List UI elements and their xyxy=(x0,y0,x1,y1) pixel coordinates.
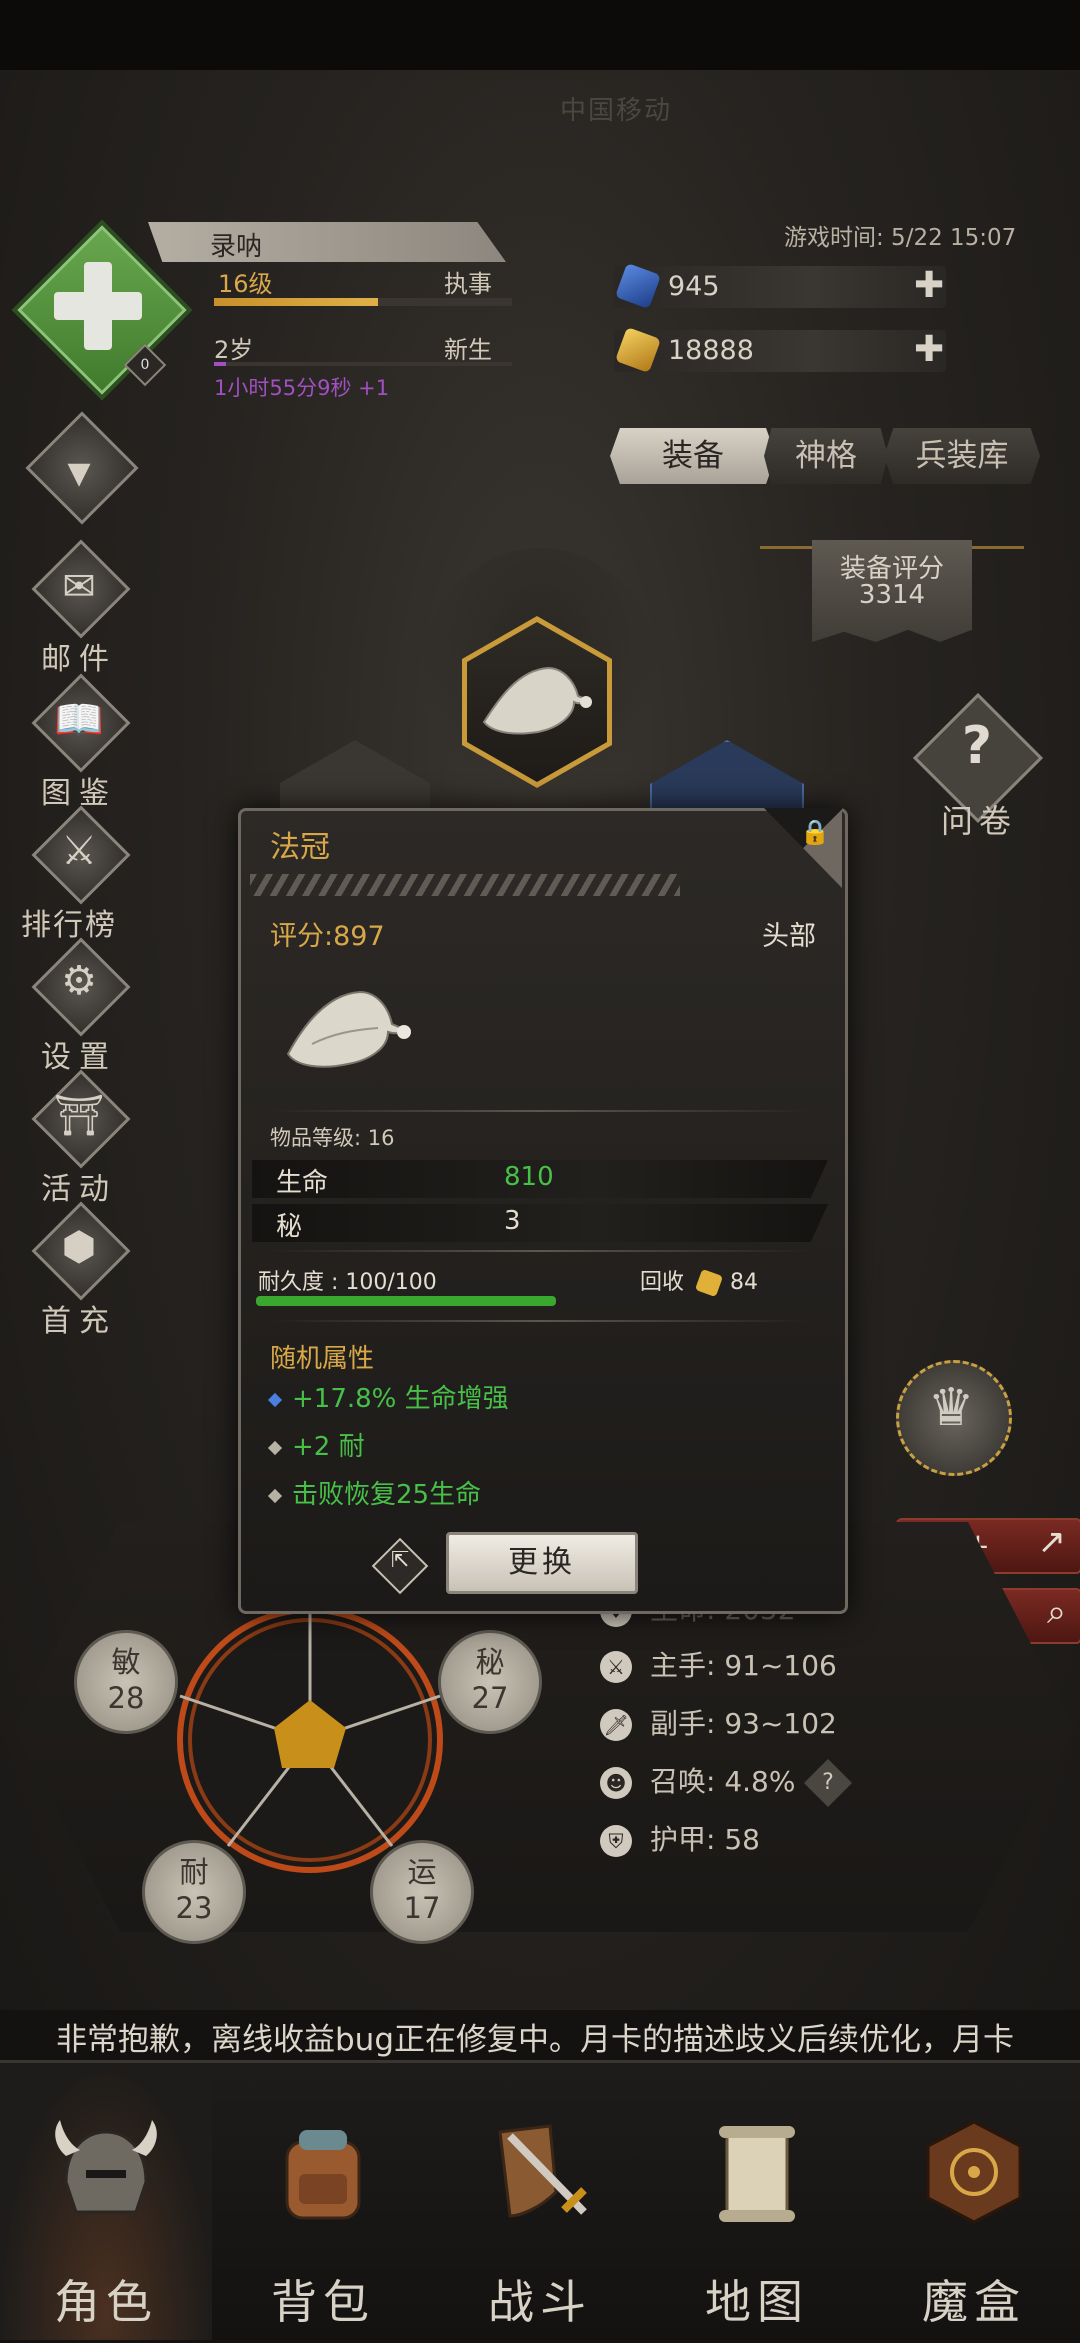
collapse-menu-button[interactable]: ▼ xyxy=(14,411,139,528)
nav-character[interactable]: 角色 xyxy=(0,2066,212,2340)
ranking-icon: ⚔ xyxy=(61,828,97,874)
recycle-value: 回收 84 xyxy=(640,1264,758,1298)
search-icon: ⌕ xyxy=(1046,1592,1066,1632)
menu-codex[interactable]: 📖 图鉴 xyxy=(14,673,131,811)
swap-button[interactable]: 更换 xyxy=(446,1532,638,1594)
equip-score-value: 3314 xyxy=(858,580,926,610)
add-gold-button[interactable]: ✚ xyxy=(914,332,944,368)
random-attrs-title: 随机属性 xyxy=(270,1344,375,1374)
durability-label: 耐久度 : 100/100 xyxy=(258,1270,437,1295)
tab-equipment[interactable]: 装备 xyxy=(610,428,776,484)
nav-map[interactable]: 地图 xyxy=(651,2066,863,2340)
stat-off-hand: 🗡 副手: 93~102 xyxy=(600,1702,837,1742)
attr-life-name: 生命 xyxy=(276,1168,329,1198)
divider xyxy=(270,1320,810,1322)
trend-icon: ↗ xyxy=(1037,1522,1067,1562)
blue-gem-icon xyxy=(614,262,662,310)
player-name: 录呐 xyxy=(210,232,263,262)
stat-armor: ⛨ 护甲: 58 xyxy=(600,1818,760,1858)
faint-header-text: 中国移动 xyxy=(560,96,673,126)
question-icon: ? xyxy=(961,716,993,776)
growth-timer: 1小时55分9秒 +1 xyxy=(214,376,390,400)
stat-endurance[interactable]: 耐 23 xyxy=(142,1840,246,1944)
magic-cube-icon xyxy=(926,2120,1022,2224)
attr-arcane-name: 秘 xyxy=(276,1212,303,1242)
attr-row-arcane xyxy=(252,1204,828,1242)
chevron-down-icon: ▼ xyxy=(67,456,91,491)
scroll-map-icon xyxy=(719,2126,795,2222)
nav-battle[interactable]: 战斗 xyxy=(434,2066,646,2340)
share-icon: ⇱ xyxy=(390,1548,410,1573)
currency-gem: 945 ✚ xyxy=(614,262,946,310)
armor-icon: ⛨ xyxy=(600,1825,632,1857)
grey-diamond-icon xyxy=(267,1488,283,1503)
attr-life-value: 810 xyxy=(504,1162,554,1192)
item-level: 物品等级: 16 xyxy=(270,1126,395,1150)
random-attr-3: 击败恢复25生命 xyxy=(267,1474,481,1511)
backpack-icon xyxy=(285,2130,361,2220)
wizard-hat-icon xyxy=(482,666,592,735)
stat-agility[interactable]: 敏 28 xyxy=(74,1630,178,1734)
menu-mail[interactable]: ✉ 邮件 xyxy=(14,539,131,677)
menu-ranking[interactable]: ⚔ 排行榜 xyxy=(14,805,131,943)
menu-first-recharge[interactable]: ⬢ 首充 xyxy=(14,1201,131,1339)
event-icon: ⛩ xyxy=(53,1093,105,1139)
helmet-icon xyxy=(55,2120,157,2214)
divider xyxy=(270,1110,810,1112)
player-age: 2岁 xyxy=(214,336,254,364)
winged-emblem-icon: ♛ xyxy=(927,1378,975,1438)
stat-luck[interactable]: 运 17 xyxy=(370,1840,474,1944)
attr-arcane-value: 3 xyxy=(504,1206,521,1236)
status-bar xyxy=(0,0,1080,70)
age-bar xyxy=(214,362,512,366)
survey-label: 问卷 xyxy=(940,802,1017,840)
durability-bar xyxy=(256,1296,556,1306)
divider xyxy=(270,1250,810,1252)
gold-gem-icon xyxy=(694,1268,724,1298)
first-recharge-icon: ⬢ xyxy=(61,1224,97,1270)
item-slot: 头部 xyxy=(762,921,816,952)
item-score: 评分:897 xyxy=(270,921,385,952)
mail-icon: ✉ xyxy=(62,564,96,610)
title-hatch xyxy=(250,874,680,896)
game-time: 游戏时间: 5/22 15:07 xyxy=(784,225,1017,251)
player-stage: 新生 xyxy=(444,336,492,364)
stat-main-hand: ⚔ 主手: 91~106 xyxy=(600,1644,837,1684)
gear-icon: ⚙ xyxy=(61,958,97,1004)
gold-gem-icon xyxy=(614,326,662,374)
random-attr-1: +17.8% 生命增强 xyxy=(267,1378,509,1415)
nav-backpack[interactable]: 背包 xyxy=(217,2066,429,2340)
tab-armory[interactable]: 兵装库 xyxy=(884,428,1040,484)
dagger-icon: 🗡 xyxy=(600,1709,632,1741)
add-gem-button[interactable]: ✚ xyxy=(914,268,944,304)
player-name-bar: 录呐 xyxy=(148,222,506,262)
random-attr-2: +2 耐 xyxy=(267,1426,365,1463)
wizard-hat-icon xyxy=(286,990,411,1068)
currency-gold: 18888 ✚ xyxy=(614,326,946,374)
nav-magic-box[interactable]: 魔盒 xyxy=(868,2066,1080,2340)
stat-arcane[interactable]: 秘 27 xyxy=(438,1630,542,1734)
menu-events[interactable]: ⛩ 活动 xyxy=(14,1069,131,1207)
player-title: 执事 xyxy=(444,270,492,298)
player-level: 16级 xyxy=(218,270,273,298)
stat-summon: ☻ 召唤: 4.8%? xyxy=(600,1758,853,1808)
summon-help-button[interactable]: ? xyxy=(804,1758,853,1808)
health-cross-icon-bar xyxy=(54,292,142,320)
lock-icon[interactable]: 🔒 xyxy=(800,818,830,846)
tab-divinity[interactable]: 神格 xyxy=(764,428,888,484)
blue-diamond-icon xyxy=(267,1392,283,1407)
menu-settings[interactable]: ⚙ 设置 xyxy=(14,937,131,1075)
cat-icon: ☻ xyxy=(600,1767,632,1799)
exp-bar xyxy=(214,298,512,306)
item-name: 法冠 xyxy=(270,830,330,865)
sword-icon: ⚔ xyxy=(600,1651,632,1683)
announcement-ticker: 非常抱歉，离线收益bug正在修复中。月卡的描述歧义后续优化，月卡 xyxy=(0,2010,1080,2060)
book-icon: 📖 xyxy=(54,697,104,743)
grey-diamond-icon xyxy=(267,1440,283,1455)
sword-shield-icon xyxy=(498,2124,587,2218)
attribute-radar xyxy=(177,1600,443,1873)
